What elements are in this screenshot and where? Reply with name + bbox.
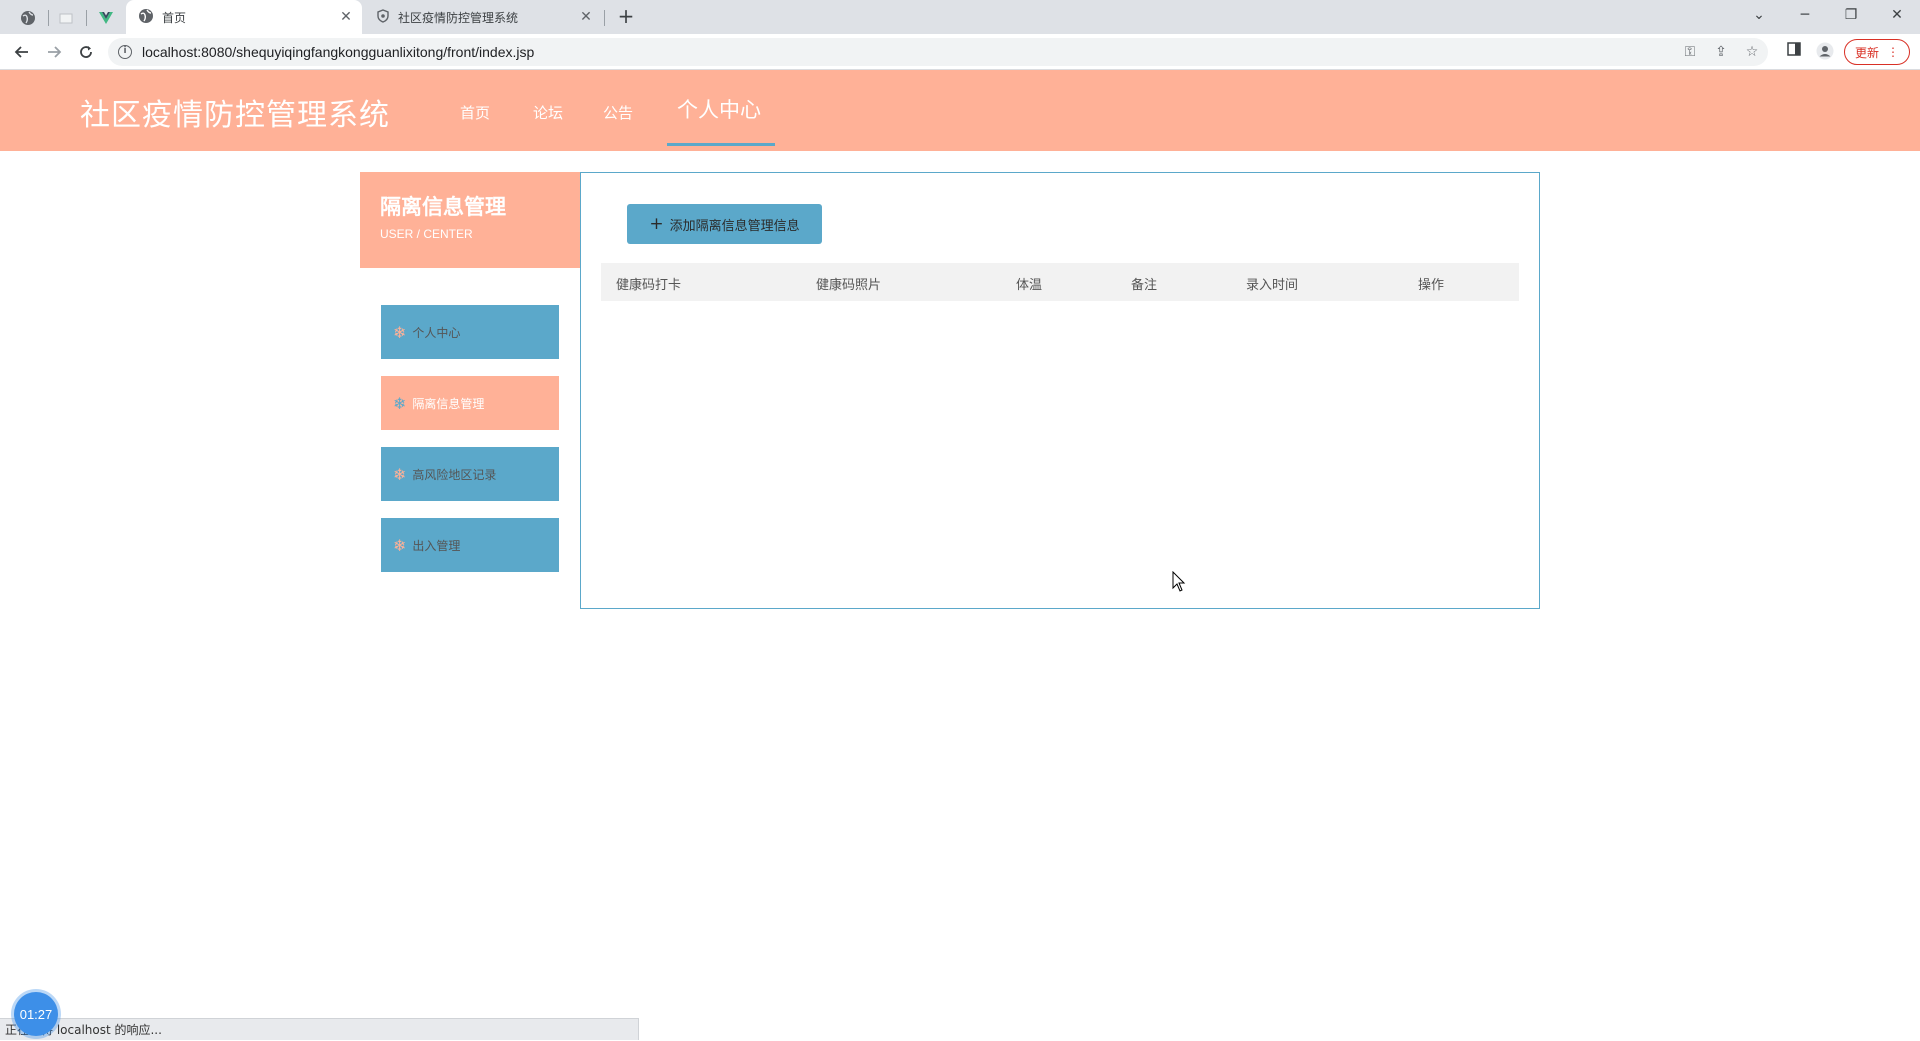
kebab-menu-icon: ⋮ xyxy=(1887,45,1899,59)
blank-page-icon xyxy=(59,13,73,24)
table-header-row: 健康码打卡 健康码照片 体温 备注 录入时间 操作 xyxy=(601,263,1519,301)
recording-timer-badge: 01:27 xyxy=(14,992,58,1036)
restore-icon[interactable]: ❐ xyxy=(1828,0,1874,30)
globe-icon xyxy=(21,11,35,25)
close-icon[interactable]: ✕ xyxy=(578,9,594,25)
snowflake-icon: ❄ xyxy=(393,393,407,413)
new-tab-button[interactable]: + xyxy=(614,5,638,29)
close-icon[interactable]: ✕ xyxy=(338,9,354,25)
snowflake-icon: ❄ xyxy=(393,464,407,484)
column-header-temperature: 体温 xyxy=(1016,278,1043,293)
site-header: 社区疫情防控管理系统 首页 论坛 公告 个人中心 xyxy=(0,70,1920,151)
url-text: localhost:8080/shequyiqingfangkongguanli… xyxy=(142,44,535,60)
forward-icon[interactable] xyxy=(40,38,68,66)
sidebar-item-isolation-info[interactable]: ❄ 隔离信息管理 xyxy=(381,376,559,430)
minimize-icon[interactable]: ─ xyxy=(1782,0,1828,30)
nav-home[interactable]: 首页 xyxy=(460,102,490,123)
tab-search-icon[interactable]: ⌄ xyxy=(1736,0,1782,30)
site-info-icon[interactable]: i xyxy=(118,45,132,59)
browser-toolbar: i localhost:8080/shequyiqingfangkongguan… xyxy=(0,34,1920,70)
address-bar[interactable]: i localhost:8080/shequyiqingfangkongguan… xyxy=(108,38,1768,66)
globe-icon xyxy=(138,8,154,27)
nav-forum[interactable]: 论坛 xyxy=(533,102,563,123)
site-title: 社区疫情防控管理系统 xyxy=(80,98,390,133)
sidebar-item-label: 个人中心 xyxy=(412,325,461,340)
tab-title: 社区疫情防控管理系统 xyxy=(398,10,519,25)
sidebar-item-label: 高风险地区记录 xyxy=(412,467,497,482)
browser-tabstrip: 首页 ✕ 社区疫情防控管理系统 ✕ + ⌄ ─ ❐ ✕ xyxy=(0,0,1920,34)
content-panel: + 添加隔离信息管理信息 健康码打卡 健康码照片 体温 备注 录入时间 操作 xyxy=(580,172,1540,609)
add-button-label: 添加隔离信息管理信息 xyxy=(669,218,800,234)
column-header-actions: 操作 xyxy=(1418,278,1445,293)
sidebar-header: 隔离信息管理 USER / CENTER xyxy=(360,172,580,268)
column-header-health-code-photo: 健康码照片 xyxy=(816,278,882,293)
plus-icon: + xyxy=(649,214,664,234)
snowflake-icon: ❄ xyxy=(393,322,407,342)
sidebar-item-label: 出入管理 xyxy=(412,538,461,553)
share-icon[interactable]: ⇪ xyxy=(1713,44,1729,60)
mouse-cursor-icon xyxy=(1172,570,1186,597)
side-panel-icon[interactable] xyxy=(1784,42,1804,62)
profile-avatar-icon[interactable] xyxy=(1815,42,1835,62)
star-icon[interactable]: ☆ xyxy=(1744,44,1760,60)
sidebar-item-label: 隔离信息管理 xyxy=(412,396,485,411)
shield-icon xyxy=(376,8,390,26)
tab-system[interactable]: 社区疫情防控管理系统 ✕ xyxy=(366,0,602,34)
column-header-health-code-checkin: 健康码打卡 xyxy=(616,278,682,293)
column-header-entry-time: 录入时间 xyxy=(1246,278,1299,293)
tab-title: 首页 xyxy=(162,10,187,25)
reload-icon[interactable] xyxy=(72,38,100,66)
nav-personal-center[interactable]: 个人中心 xyxy=(677,94,761,124)
pinned-tab-vue[interactable] xyxy=(90,4,122,32)
key-icon[interactable]: ⚿ xyxy=(1682,44,1698,60)
vue-logo-icon xyxy=(99,12,113,24)
update-button[interactable]: 更新 ⋮ xyxy=(1844,39,1910,65)
browser-status-bar: 正在等待 localhost 的响应... xyxy=(0,1018,639,1040)
nav-active-indicator xyxy=(667,143,775,146)
sidebar-item-high-risk-areas[interactable]: ❄ 高风险地区记录 xyxy=(381,447,559,501)
sidebar-title: 隔离信息管理 xyxy=(380,195,506,219)
back-icon[interactable] xyxy=(8,38,36,66)
nav-announcement[interactable]: 公告 xyxy=(603,102,633,123)
update-label: 更新 xyxy=(1854,45,1879,60)
snowflake-icon: ❄ xyxy=(393,535,407,555)
sidebar-item-access-management[interactable]: ❄ 出入管理 xyxy=(381,518,559,572)
tab-home[interactable]: 首页 ✕ xyxy=(126,0,362,34)
add-isolation-info-button[interactable]: + 添加隔离信息管理信息 xyxy=(627,204,822,244)
column-header-remarks: 备注 xyxy=(1131,278,1158,293)
pinned-tab-globe[interactable] xyxy=(12,4,44,32)
window-close-icon[interactable]: ✕ xyxy=(1874,0,1920,30)
pinned-tab-blank[interactable] xyxy=(50,4,82,32)
sidebar-subtitle: USER / CENTER xyxy=(380,227,473,241)
sidebar-item-personal-center[interactable]: ❄ 个人中心 xyxy=(381,305,559,359)
